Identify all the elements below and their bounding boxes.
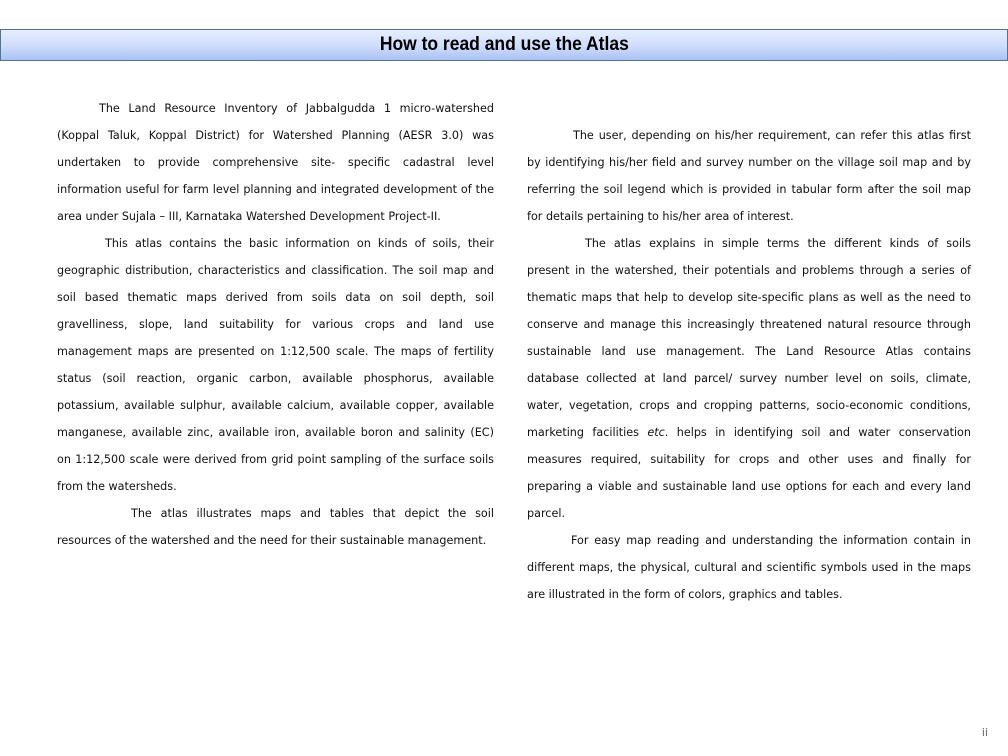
paragraph-atlas-illustrates: The atlas illustrates maps and tables th… — [57, 507, 494, 547]
paragraph-intro: The Land Resource Inventory of Jabbalgud… — [57, 102, 494, 223]
italic-etc: etc — [647, 426, 665, 439]
paragraph-atlas-explains: The atlas explains in simple terms the d… — [527, 230, 971, 527]
paragraph-map-reading: For easy map reading and understanding t… — [527, 534, 971, 601]
left-column: The Land Resource Inventory of Jabbalgud… — [57, 95, 494, 554]
paragraph-text: . helps in identifying soil and water co… — [527, 426, 971, 520]
right-column: The user, depending on his/her requireme… — [527, 122, 971, 608]
paragraph-text: The atlas explains in simple terms the d… — [527, 237, 971, 439]
title-bar: How to read and use the Atlas — [0, 29, 1008, 61]
paragraph-user-reference: The user, depending on his/her requireme… — [527, 129, 971, 223]
page-title: How to read and use the Atlas — [379, 34, 629, 55]
page-number: ii — [981, 726, 988, 739]
paragraph-atlas-contents: This atlas contains the basic informatio… — [57, 237, 494, 493]
